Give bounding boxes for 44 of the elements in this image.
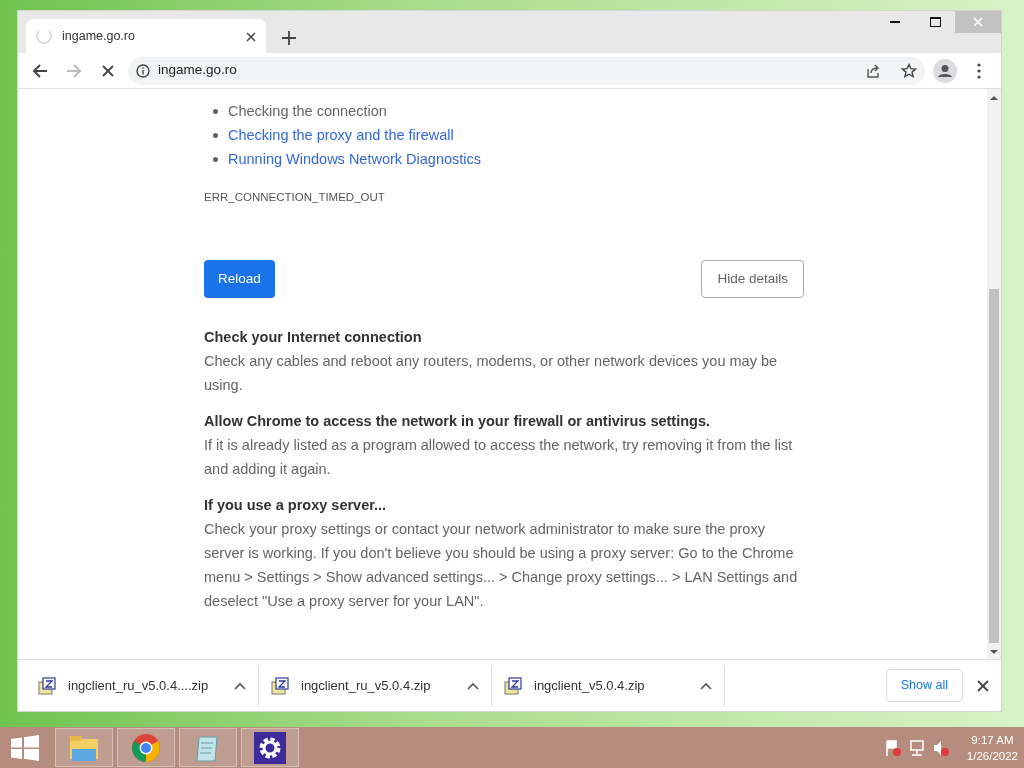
loading-icon (36, 28, 52, 44)
bullet-icon (213, 108, 218, 114)
section-heading: Allow Chrome to access the network in your firewall or antivirus settings. (204, 412, 711, 431)
reload-button[interactable]: Reload (204, 260, 275, 298)
flag-icon[interactable] (883, 738, 902, 757)
star-icon[interactable] (901, 62, 917, 79)
tab-title: ingame.go.ro (62, 27, 135, 45)
scrollbar[interactable] (987, 89, 1001, 659)
section-text: Check your proxy settings or contact your network administrator to make sure the proxy server is working. If you don't believe you should be using a proxy server: Go to the Chrome menu > Settings > Show advanced settings... > Change proxy settings... > LAN Settings and deselect "Use a proxy server for your LAN". (204, 520, 799, 611)
scrollbar-thumb[interactable] (989, 289, 999, 643)
start-icon[interactable] (11, 734, 39, 761)
caret-icon[interactable] (467, 681, 479, 690)
caret-icon[interactable] (234, 681, 246, 690)
url-text: ingame.go.ro (158, 60, 857, 81)
browser-icon[interactable] (117, 728, 175, 767)
scroll-down-icon[interactable] (990, 649, 998, 655)
profile-icon[interactable] (931, 56, 959, 85)
browser-tab[interactable]: ingame.go.ro (26, 19, 266, 53)
error-code: ERR_CONNECTION_TIMED_OUT (204, 190, 386, 205)
suggestion-text: Checking the connection (228, 102, 387, 121)
address-bar[interactable]: ingame.go.ro (128, 56, 925, 85)
gear-icon[interactable] (241, 728, 299, 767)
zip-file-icon (271, 676, 289, 695)
section-text: Check any cables and reboot any routers, modems, or other network devices you may be using. (204, 352, 779, 395)
bullet-icon (213, 132, 218, 138)
zip-file-icon (504, 676, 522, 695)
show-all-button[interactable]: Show all (885, 669, 963, 702)
suggestion-link[interactable]: Checking the proxy and the firewall (228, 123, 454, 147)
clock-time: 9:17 AM (970, 732, 1015, 748)
bullet-icon (213, 156, 218, 162)
hide-details-button[interactable]: Hide details (701, 260, 804, 298)
download-filename: ingclient_v5.0.4.zip (534, 676, 645, 695)
zip-file-icon (38, 676, 56, 695)
caret-icon[interactable] (700, 681, 712, 690)
download-filename: ingclient_ru_v5.0.4.zip (301, 676, 431, 695)
info-icon[interactable] (136, 63, 150, 78)
clock-date: 1/26/2022 (966, 748, 1018, 764)
scroll-up-icon[interactable] (990, 95, 998, 101)
section-heading: Check your Internet connection (204, 328, 423, 347)
section-heading: If you use a proxy server... (204, 496, 388, 515)
download-filename: ingclient_ru_v5.0.4....zip (68, 676, 209, 695)
share-icon[interactable] (865, 62, 881, 79)
suggestion-link[interactable]: Running Windows Network Diagnostics (228, 147, 482, 171)
section-text: If it is already listed as a program allowed to access the network, try removing it from the list and adding it again. (204, 436, 794, 479)
